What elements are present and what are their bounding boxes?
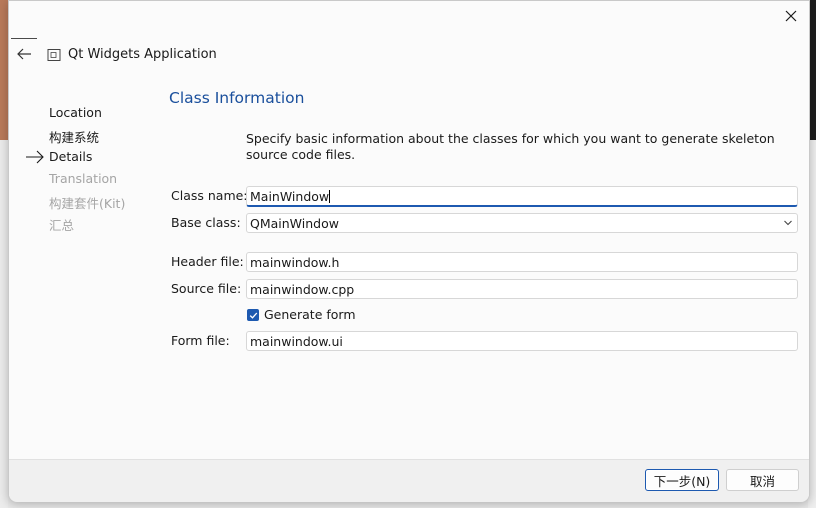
- back-button-underline: [11, 38, 37, 39]
- header-file-label: Header file:: [171, 254, 244, 269]
- form-file-input[interactable]: mainwindow.ui: [246, 331, 798, 351]
- chevron-down-icon: [784, 220, 792, 226]
- application-icon: [47, 49, 61, 61]
- class-name-label: Class name:: [171, 188, 248, 203]
- class-name-value: MainWindow: [250, 189, 330, 204]
- step-translation: Translation: [49, 171, 118, 186]
- step-build-system: 构建系统: [49, 130, 100, 145]
- generate-form-checkbox[interactable]: [247, 309, 259, 321]
- source-file-value: mainwindow.cpp: [250, 282, 355, 297]
- source-file-label: Source file:: [171, 281, 242, 296]
- text-caret: [329, 190, 331, 203]
- close-icon: [785, 10, 797, 22]
- base-class-value: QMainWindow: [250, 216, 339, 231]
- step-summary: 汇总: [49, 218, 75, 233]
- step-location: Location: [49, 105, 102, 120]
- class-name-input[interactable]: MainWindow: [246, 186, 798, 207]
- new-project-wizard-dialog: Qt Widgets Application Location 构建系统 Det…: [8, 0, 810, 502]
- form-file-value: mainwindow.ui: [250, 334, 343, 349]
- header-file-value: mainwindow.h: [250, 255, 340, 270]
- base-class-select[interactable]: QMainWindow: [246, 213, 798, 233]
- checkmark-icon: [249, 312, 257, 319]
- source-file-input[interactable]: mainwindow.cpp: [246, 279, 798, 299]
- form-file-label: Form file:: [171, 333, 230, 348]
- cancel-button[interactable]: 取消: [726, 469, 799, 491]
- current-step-arrow-icon: [26, 150, 44, 164]
- step-kit: 构建套件(Kit): [49, 196, 126, 211]
- header-file-input[interactable]: mainwindow.h: [246, 252, 798, 272]
- step-details: Details: [49, 149, 93, 164]
- close-button[interactable]: [779, 5, 803, 27]
- arrow-left-icon: [17, 48, 31, 60]
- wizard-title: Qt Widgets Application: [68, 47, 217, 62]
- next-button[interactable]: 下一步(N): [645, 469, 719, 491]
- background-window-left-lower: [0, 140, 8, 508]
- base-class-label: Base class:: [171, 215, 241, 230]
- page-title: Class Information: [169, 89, 305, 107]
- page-description: Specify basic information about the clas…: [246, 131, 775, 162]
- back-button[interactable]: [12, 44, 36, 64]
- generate-form-label[interactable]: Generate form: [264, 307, 356, 322]
